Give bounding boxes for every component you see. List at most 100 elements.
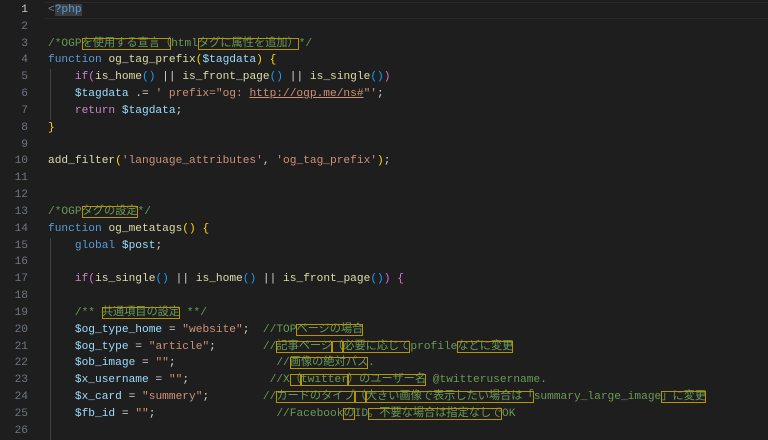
code-line[interactable]: 21 $og_type = "article"; //記事ページ（必要に応じてp… <box>0 339 768 356</box>
comment-token: summary_large_image <box>534 391 662 403</box>
comment-token: **/ <box>180 307 207 319</box>
operator-token: ; <box>243 324 263 336</box>
string-token: "website" <box>182 324 242 336</box>
comment-token: タグの設定 <box>82 206 138 218</box>
code-line[interactable]: 7 return $tagdata; <box>0 103 768 120</box>
comment-token: . <box>368 357 375 369</box>
line-number: 23 <box>0 372 28 389</box>
indent-guide <box>50 423 51 440</box>
line-number: 20 <box>0 322 28 339</box>
code-line[interactable]: 16 <box>0 254 768 271</box>
code-line[interactable]: 8} <box>0 120 768 137</box>
operator-token: = <box>162 324 182 336</box>
comment-token: 必要に応じて <box>343 341 410 353</box>
bracket-token: () <box>270 71 283 83</box>
code-line[interactable]: 6 $tagdata .= ' prefix="og: http://ogp.m… <box>0 86 768 103</box>
function-name-token: og_tag_prefix <box>108 54 195 66</box>
comment-token: //Facebook <box>276 408 343 420</box>
operator-token <box>48 88 75 100</box>
comment-token: ）のユーザー名 <box>348 374 426 386</box>
operator-token: , <box>263 155 276 167</box>
line-number: 15 <box>0 238 28 255</box>
code-line[interactable]: 20 $og_type_home = "website"; //TOPページの場… <box>0 322 768 339</box>
keyword-token: function <box>48 54 108 66</box>
code-text: /*OGPを使用する宣言（htmlタグに属性を追加）*/ <box>48 36 312 53</box>
operator-token: ; <box>169 357 276 369</box>
code-line[interactable]: 3/*OGPを使用する宣言（htmlタグに属性を追加）*/ <box>0 36 768 53</box>
variable-token: $post <box>122 240 156 252</box>
line-number: 18 <box>0 288 28 305</box>
line-number: 6 <box>0 86 28 103</box>
bracket-token: { <box>397 273 404 285</box>
code-line[interactable]: 4 function og_tag_prefix($tagdata) { <box>0 52 768 69</box>
operator-token <box>263 54 270 66</box>
line-number: 4 <box>0 52 28 69</box>
code-text: global $post; <box>48 238 162 255</box>
code-line[interactable]: 10add_filter('language_attributes', 'og_… <box>0 153 768 170</box>
comment-token: 記事ページ <box>276 341 332 353</box>
keyword-token: global <box>75 240 122 252</box>
operator-token: || <box>283 71 310 83</box>
line-number: 22 <box>0 355 28 372</box>
function-name-token: is_front_page <box>283 273 370 285</box>
comment-token: /*OGP <box>48 206 82 218</box>
php-tag-token: < <box>48 4 55 16</box>
code-text: if(is_single() || is_home() || is_front_… <box>48 271 404 288</box>
code-line[interactable]: 25 $fb_id = ""; //FacebookのID。不要な場合は指定なし… <box>0 406 768 423</box>
code-line[interactable]: 9 <box>0 137 768 154</box>
line-number: 5 <box>0 69 28 86</box>
variable-token: $og_type <box>75 341 129 353</box>
code-line[interactable]: 18 <box>0 288 768 305</box>
control-keyword-token: if <box>75 71 88 83</box>
code-line[interactable]: 23 $x_username = ""; //X（twitter）のユーザー名 … <box>0 372 768 389</box>
code-text: function og_tag_prefix($tagdata) { <box>48 52 276 69</box>
code-line[interactable]: 24 $x_card = "summery"; //カードのタイプ（大きい画像で… <box>0 389 768 406</box>
variable-token: $tagdata <box>202 54 256 66</box>
operator-token: ; <box>384 155 391 167</box>
comment-token: */ <box>299 38 312 50</box>
code-line[interactable]: 26 <box>0 423 768 440</box>
control-keyword-token: if <box>75 273 88 285</box>
code-line[interactable]: 12 <box>0 187 768 204</box>
string-token: ' prefix="og: <box>155 88 249 100</box>
code-line[interactable]: 2 <box>0 19 768 36</box>
operator-token <box>48 324 75 336</box>
code-line[interactable]: 13/*OGPタグの設定*/ <box>0 204 768 221</box>
comment-token: ID <box>355 408 368 420</box>
code-text: function og_metatags() { <box>48 221 209 238</box>
variable-token: $og_type_home <box>75 324 162 336</box>
comment-token: （ <box>355 391 366 403</box>
variable-token: $x_card <box>75 391 122 403</box>
url-link-token[interactable]: http://ogp.me/ns# <box>249 88 363 100</box>
code-text: add_filter('language_attributes', 'og_ta… <box>48 153 390 170</box>
comment-token: ページの場合 <box>296 324 363 336</box>
operator-token <box>48 357 75 369</box>
operator-token: = <box>149 374 169 386</box>
code-line[interactable]: 22 $ob_image = ""; //画像の絶対パス. <box>0 355 768 372</box>
comment-token: // <box>263 391 276 403</box>
code-text: if(is_home() || is_front_page() || is_si… <box>48 69 390 86</box>
operator-token <box>48 341 75 353</box>
operator-token <box>48 391 75 403</box>
code-line[interactable]: 1<?php <box>0 2 768 19</box>
operator-token: ; <box>182 374 269 386</box>
line-number: 2 <box>0 19 28 36</box>
code-text: } <box>48 120 55 137</box>
indent-guide <box>50 254 51 271</box>
line-number: 16 <box>0 254 28 271</box>
code-text: return $tagdata; <box>48 103 182 120</box>
code-line[interactable]: 5 if(is_home() || is_front_page() || is_… <box>0 69 768 86</box>
comment-token: @twitterusername. <box>426 374 547 386</box>
code-line[interactable]: 11 <box>0 170 768 187</box>
code-line[interactable]: 17 if(is_single() || is_home() || is_fro… <box>0 271 768 288</box>
string-token: "article" <box>149 341 209 353</box>
code-line[interactable]: 14function og_metatags() { <box>0 221 768 238</box>
comment-token: html <box>171 38 198 50</box>
code-line[interactable]: 19 /** 共通項目の設定 **/ <box>0 305 768 322</box>
code-line[interactable]: 15 global $post; <box>0 238 768 255</box>
operator-token: .= <box>129 88 156 100</box>
code-editor[interactable]: 1<?php23/*OGPを使用する宣言（htmlタグに属性を追加）*/4fun… <box>0 2 768 440</box>
line-number: 21 <box>0 339 28 356</box>
code-text: /*OGPタグの設定*/ <box>48 204 151 221</box>
bracket-token: () <box>182 223 195 235</box>
